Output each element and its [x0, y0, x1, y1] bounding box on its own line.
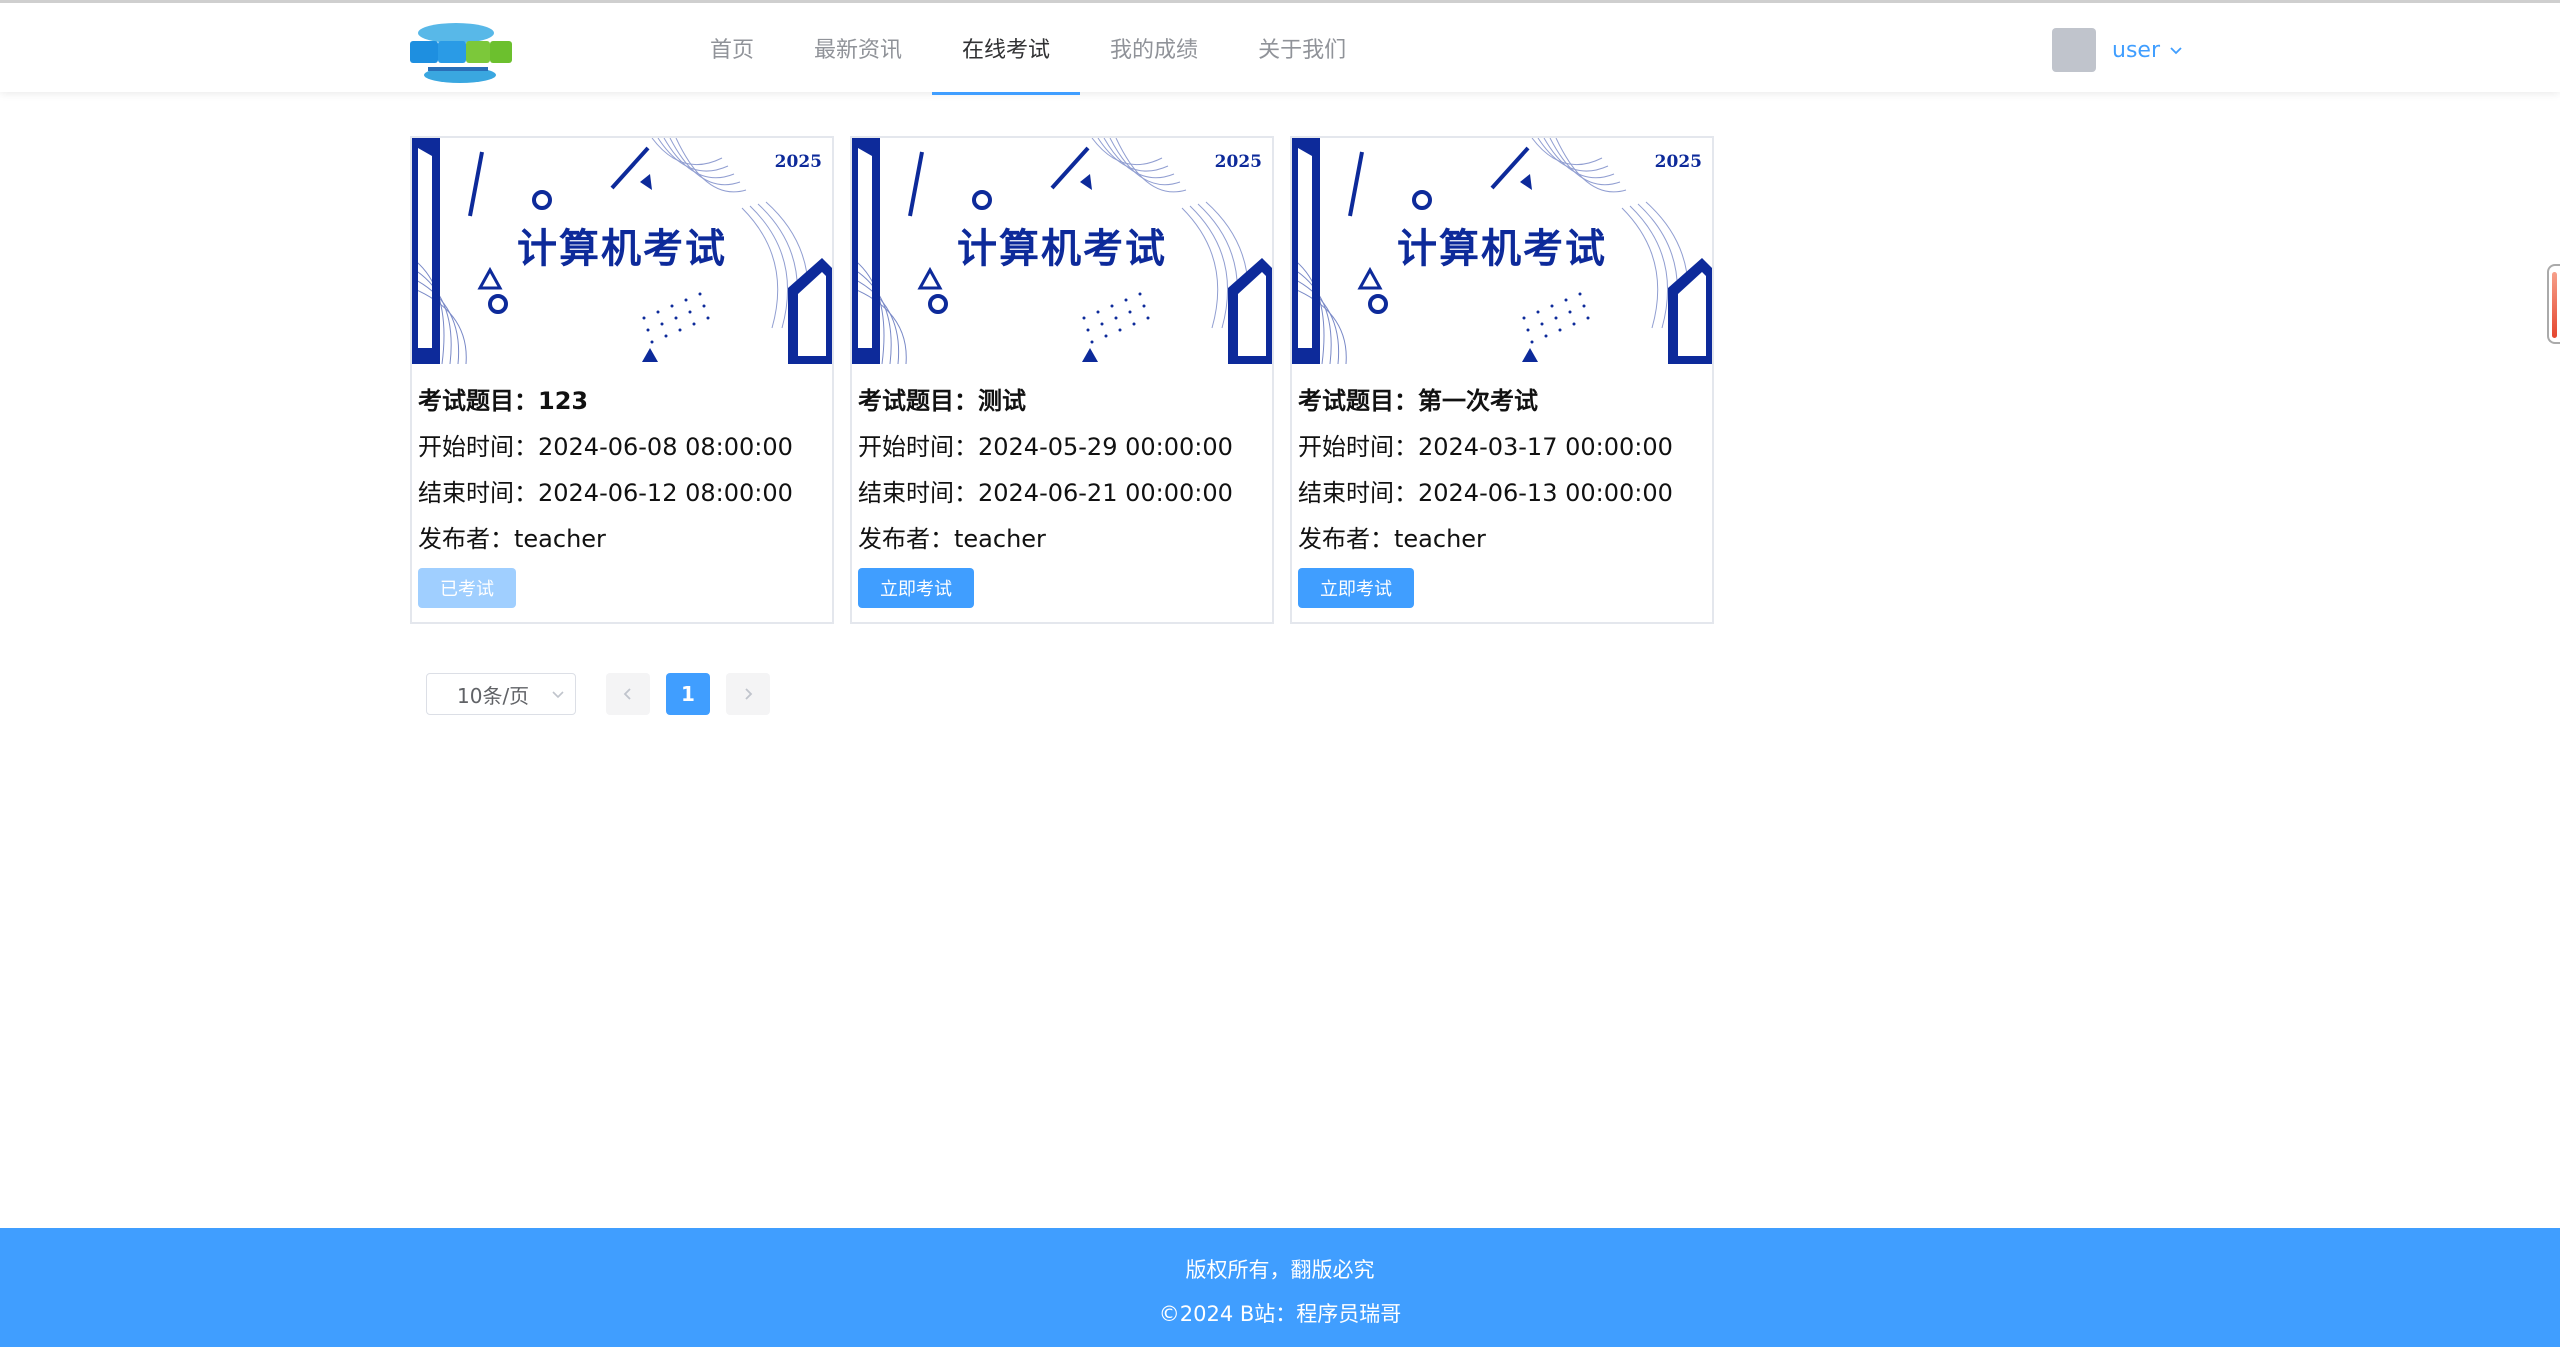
top-header: 首页 最新资讯 在线考试 我的成绩 关于我们 user — [0, 0, 2560, 95]
exam-title: 考试题目：第一次考试 — [1298, 387, 1538, 415]
exam-banner: 2025 计算机考试 — [1292, 138, 1712, 364]
exam-card: 2025 计算机考试 考试题目：测试 开始时间：2024-05-29 00:00… — [850, 136, 1274, 624]
exam-publisher: 发布者：teacher — [418, 525, 606, 553]
logo[interactable] — [398, 11, 518, 91]
exam-start-time: 开始时间：2024-05-29 00:00:00 — [858, 433, 1233, 461]
chevron-down-icon[interactable] — [2168, 42, 2184, 58]
nav-online-exam[interactable]: 在线考试 — [932, 3, 1081, 95]
main-nav: 首页 最新资讯 在线考试 我的成绩 关于我们 — [680, 3, 1376, 95]
banner-title: 计算机考试 — [957, 225, 1167, 272]
exam-card-list: 2025 计算机考试 考试题目：123 开始时间：2024-06-08 08:0… — [410, 136, 1714, 624]
banner-title: 计算机考试 — [517, 225, 727, 272]
exam-start-time: 开始时间：2024-03-17 00:00:00 — [1298, 433, 1673, 461]
exam-card: 2025 计算机考试 考试题目：123 开始时间：2024-06-08 08:0… — [410, 136, 834, 624]
exam-start-time: 开始时间：2024-06-08 08:00:00 — [418, 433, 793, 461]
nav-my-scores[interactable]: 我的成绩 — [1080, 3, 1228, 95]
page-number-button[interactable]: 1 — [666, 673, 710, 715]
chevron-right-icon — [745, 688, 753, 700]
chevron-down-icon — [552, 691, 564, 699]
page-size-label: 10条/页 — [457, 683, 530, 708]
exam-card-body: 考试题目：123 开始时间：2024-06-08 08:00:00 结束时间：2… — [412, 364, 832, 608]
nav-about-us[interactable]: 关于我们 — [1228, 3, 1376, 95]
start-exam-button[interactable]: 立即考试 — [858, 568, 974, 608]
exam-publisher: 发布者：teacher — [1298, 525, 1486, 553]
exam-card-body: 考试题目：第一次考试 开始时间：2024-03-17 00:00:00 结束时间… — [1292, 364, 1712, 608]
next-page-button[interactable] — [726, 673, 770, 715]
footer-copyright-notice: 版权所有，翻版必究 — [1185, 1258, 1375, 1282]
start-exam-button[interactable]: 立即考试 — [1298, 568, 1414, 608]
exam-end-time: 结束时间：2024-06-21 00:00:00 — [858, 479, 1233, 507]
exam-banner: 2025 计算机考试 — [412, 138, 832, 364]
exam-card-body: 考试题目：测试 开始时间：2024-05-29 00:00:00 结束时间：20… — [852, 364, 1272, 608]
banner-title: 计算机考试 — [1397, 225, 1607, 272]
exam-card: 2025 计算机考试 考试题目：第一次考试 开始时间：2024-03-17 00… — [1290, 136, 1714, 624]
chevron-left-icon — [623, 688, 631, 700]
exam-end-time: 结束时间：2024-06-12 08:00:00 — [418, 479, 793, 507]
avatar[interactable] — [2052, 28, 2096, 72]
page-size-select[interactable]: 10条/页 — [426, 673, 576, 715]
user-menu[interactable]: user — [2052, 27, 2184, 73]
footer-credits: ©2024 B站：程序员瑞哥 — [1158, 1302, 1402, 1326]
footer: 版权所有，翻版必究 ©2024 B站：程序员瑞哥 — [0, 1228, 2560, 1347]
exam-title: 考试题目：123 — [418, 387, 589, 415]
side-floating-widget[interactable] — [2547, 264, 2560, 344]
pagination: 10条/页 1 — [426, 673, 770, 715]
nav-home[interactable]: 首页 — [680, 3, 784, 95]
exam-end-time: 结束时间：2024-06-13 00:00:00 — [1298, 479, 1673, 507]
banner-year: 2025 — [1654, 152, 1702, 172]
nav-news[interactable]: 最新资讯 — [784, 3, 932, 95]
banner-year: 2025 — [1214, 152, 1262, 172]
logo-icon — [410, 23, 512, 83]
prev-page-button[interactable] — [606, 673, 650, 715]
user-name[interactable]: user — [2112, 38, 2160, 63]
exam-title: 考试题目：测试 — [858, 387, 1026, 415]
exam-publisher: 发布者：teacher — [858, 525, 1046, 553]
exam-banner: 2025 计算机考试 — [852, 138, 1272, 364]
exam-taken-button[interactable]: 已考试 — [418, 568, 516, 608]
banner-year: 2025 — [774, 152, 822, 172]
